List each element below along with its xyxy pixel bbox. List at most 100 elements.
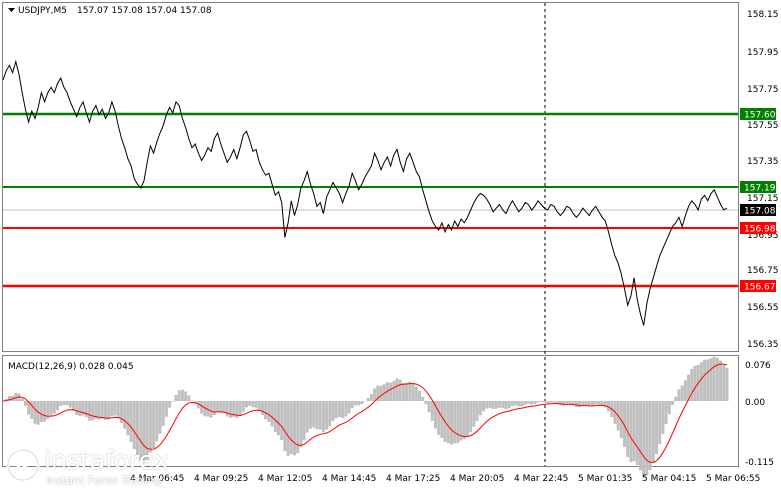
macd-bar bbox=[369, 394, 373, 401]
macd-bar bbox=[177, 390, 181, 401]
price-tick: 157.55 bbox=[747, 121, 779, 131]
macd-bar bbox=[517, 401, 521, 407]
macd-bar bbox=[257, 401, 261, 411]
macd-bar bbox=[546, 401, 550, 404]
macd-bar bbox=[56, 401, 59, 411]
macd-bar bbox=[171, 401, 175, 402]
macd-bar bbox=[289, 401, 293, 454]
macd-bar bbox=[639, 401, 642, 471]
macd-bar bbox=[574, 401, 578, 407]
macd-bar bbox=[43, 401, 47, 422]
level-tag-label: 156.67 bbox=[744, 283, 776, 293]
macd-bar bbox=[498, 401, 501, 408]
macd-bar bbox=[693, 365, 697, 401]
macd-bar bbox=[283, 401, 287, 452]
macd-bar bbox=[222, 401, 226, 414]
ohlc-values: 157.07 157.08 157.04 157.08 bbox=[77, 6, 212, 16]
macd-bar bbox=[91, 401, 95, 421]
macd-bar bbox=[379, 385, 383, 401]
time-tick: 4 Mar 22:45 bbox=[514, 474, 568, 484]
macd-bar bbox=[667, 401, 671, 415]
macd-bar bbox=[549, 401, 553, 403]
macd-bar bbox=[661, 401, 665, 434]
macd-bar bbox=[363, 401, 367, 402]
macd-bar bbox=[180, 389, 184, 401]
macd-bar bbox=[485, 401, 489, 409]
instaforex-logo: instaforex Instant Forex Trading bbox=[6, 446, 206, 488]
macd-bar bbox=[558, 401, 562, 406]
macd-bar bbox=[562, 401, 566, 406]
logo-mark-icon bbox=[6, 448, 40, 482]
macd-bar bbox=[75, 401, 79, 415]
macd-bar bbox=[321, 401, 325, 432]
macd-bar bbox=[267, 401, 271, 422]
macd-bar bbox=[677, 389, 681, 401]
macd-bar bbox=[520, 401, 524, 407]
macd-bar bbox=[62, 401, 66, 405]
macd-bar bbox=[190, 400, 194, 401]
macd-bar bbox=[299, 401, 303, 448]
macd-axis: 0.076 0.00 -0.115 bbox=[745, 361, 774, 468]
macd-bar bbox=[155, 401, 159, 442]
macd-bar bbox=[344, 401, 348, 417]
price-panel bbox=[2, 2, 739, 352]
macd-bar bbox=[110, 401, 114, 417]
time-axis: 4 Mar 06:45 4 Mar 09:25 4 Mar 12:05 4 Ma… bbox=[130, 474, 760, 484]
macd-bar bbox=[510, 401, 514, 406]
macd-bar bbox=[462, 401, 466, 440]
macd-bar bbox=[703, 359, 707, 401]
macd-bar bbox=[405, 382, 409, 401]
macd-bar bbox=[168, 401, 172, 408]
macd-bar bbox=[501, 401, 505, 408]
price-tick: 158.15 bbox=[747, 10, 779, 20]
macd-bar bbox=[174, 394, 178, 401]
price-tick: 157.75 bbox=[747, 85, 779, 95]
macd-bar bbox=[212, 401, 216, 415]
macd-bar bbox=[389, 382, 393, 401]
price-tick: 157.15 bbox=[747, 194, 779, 204]
time-tick: 5 Mar 06:55 bbox=[706, 474, 760, 484]
macd-bar bbox=[725, 367, 729, 401]
macd-bar bbox=[184, 391, 188, 401]
macd-bar bbox=[658, 401, 662, 444]
level-tag-156-98: 156.98 bbox=[740, 222, 776, 235]
macd-bar bbox=[353, 401, 357, 406]
macd-tick: 0.00 bbox=[745, 398, 765, 408]
macd-bar bbox=[104, 401, 107, 420]
macd-bar bbox=[456, 401, 460, 443]
macd-bar bbox=[683, 380, 687, 401]
macd-bar bbox=[229, 401, 232, 418]
macd-bar bbox=[395, 378, 399, 401]
price-tick: 157.95 bbox=[747, 48, 779, 58]
price-tick: 156.75 bbox=[747, 266, 779, 276]
macd-bar bbox=[594, 401, 598, 405]
macd-bar bbox=[411, 383, 415, 401]
macd-bar bbox=[645, 401, 649, 476]
macd-bar bbox=[597, 401, 601, 405]
macd-bar bbox=[373, 388, 377, 401]
macd-tick: 0.076 bbox=[745, 361, 771, 371]
macd-bar bbox=[88, 401, 91, 421]
macd-bar bbox=[341, 401, 345, 418]
macd-bar bbox=[264, 401, 268, 420]
macd-bar bbox=[78, 401, 82, 416]
macd-bar bbox=[424, 401, 428, 405]
macd-bar bbox=[648, 401, 652, 471]
macd-bar bbox=[450, 401, 453, 445]
macd-bar bbox=[469, 401, 473, 432]
price-chart[interactable]: USDJPY,M5 157.07 157.08 157.04 157.08 MA… bbox=[0, 0, 781, 489]
macd-bar bbox=[542, 401, 546, 403]
macd-bar bbox=[674, 396, 678, 401]
macd-bar bbox=[632, 401, 636, 462]
macd-bar bbox=[107, 401, 111, 420]
macd-bar bbox=[591, 401, 594, 406]
macd-bar bbox=[293, 401, 296, 456]
macd-bar bbox=[408, 381, 412, 401]
macd-bar bbox=[309, 401, 312, 429]
macd-bar bbox=[526, 401, 530, 404]
macd-bar bbox=[651, 401, 655, 463]
macd-bar bbox=[312, 401, 316, 428]
macd-bar bbox=[273, 401, 277, 433]
macd-bar bbox=[642, 401, 646, 477]
macd-bar bbox=[315, 401, 319, 430]
